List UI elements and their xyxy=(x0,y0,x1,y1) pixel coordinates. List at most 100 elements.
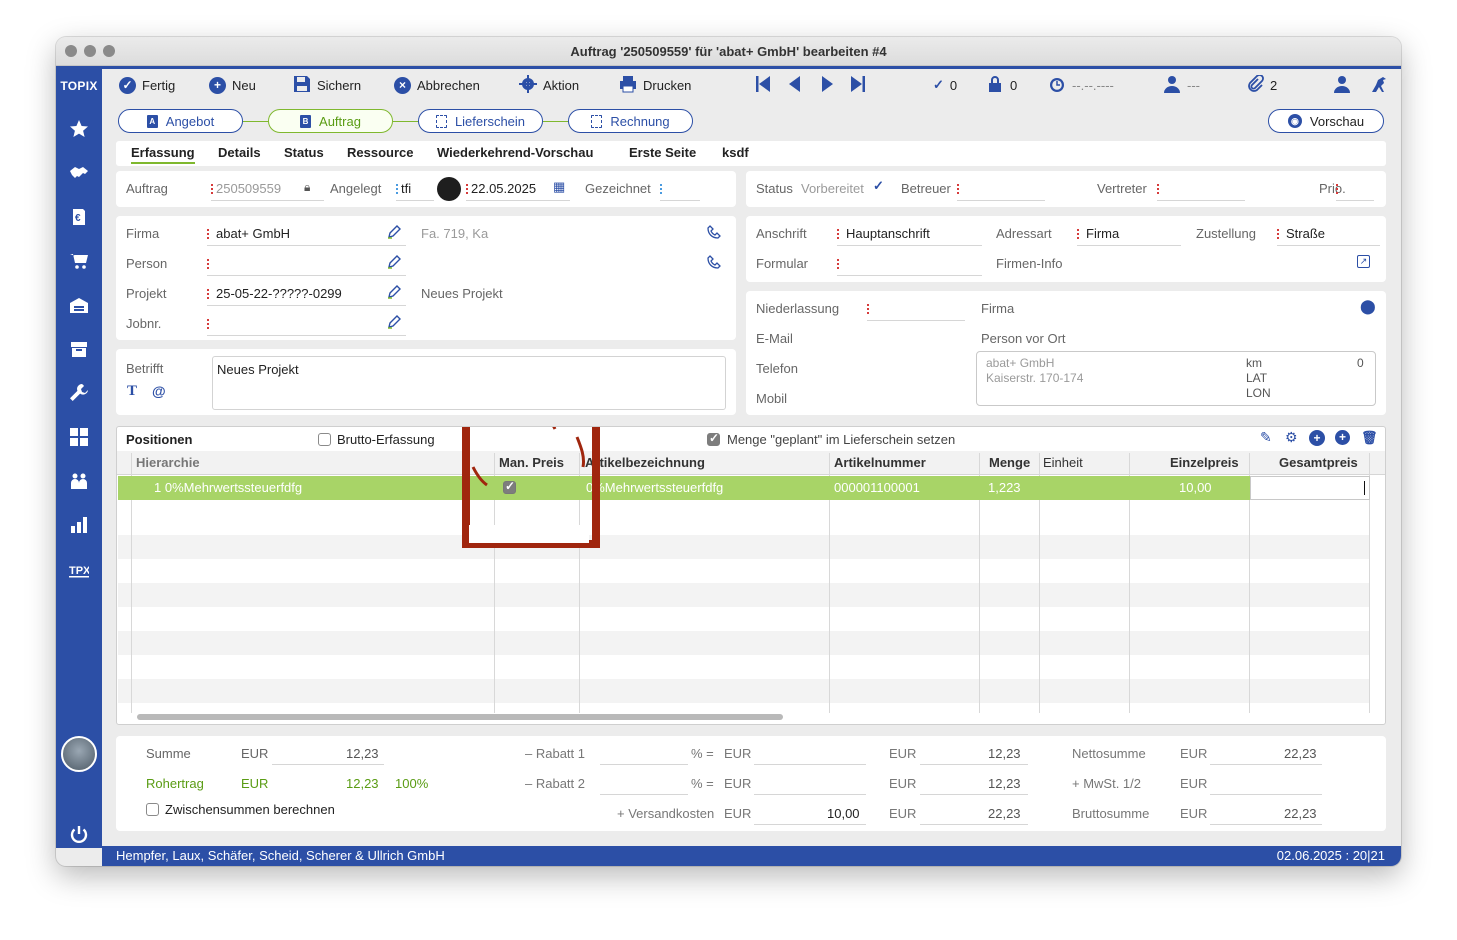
col-einzelpreis[interactable]: Einzelpreis xyxy=(1170,455,1239,475)
user-avatar[interactable] xyxy=(61,736,97,772)
tpx-icon[interactable]: TPX xyxy=(64,555,94,583)
edit-pencil-icon[interactable] xyxy=(387,285,401,302)
contact-panel: Niederlassung Firma ⬤ E-Mail Person vor … xyxy=(746,291,1386,415)
archive-box-icon[interactable] xyxy=(64,335,94,363)
auftrag-number-field[interactable]: 250509559 xyxy=(216,181,281,196)
people-group-icon[interactable] xyxy=(64,467,94,495)
sichern-button[interactable]: Sichern xyxy=(293,75,361,95)
projekt-field[interactable]: 25-05-22-?????-0299 xyxy=(216,286,342,301)
tab-ksdf[interactable]: ksdf xyxy=(722,145,749,160)
dashed-document-icon xyxy=(591,114,603,128)
location-pin-icon[interactable]: ⬤ xyxy=(1360,298,1376,315)
tab-ressource[interactable]: Ressource xyxy=(347,145,413,160)
tab-erfassung[interactable]: Erfassung xyxy=(131,145,195,164)
last-record-button[interactable] xyxy=(849,75,867,95)
required-marker xyxy=(211,184,213,194)
add-row-icon[interactable]: + xyxy=(1335,430,1350,445)
invoice-euro-icon[interactable]: € xyxy=(64,203,94,231)
firma-hint: Fa. 719, Ka xyxy=(421,226,489,241)
col3-value-1: 12,23 xyxy=(988,746,1021,761)
at-sign-icon[interactable]: @ xyxy=(152,383,166,399)
locks-indicator[interactable]: 0 xyxy=(986,75,1017,95)
abbrechen-button[interactable]: × Abbrechen xyxy=(394,75,480,95)
gear-icon xyxy=(519,74,537,96)
bar-chart-icon[interactable] xyxy=(64,511,94,539)
tab-erste-seite[interactable]: Erste Seite xyxy=(629,145,696,160)
firma-field[interactable]: abat+ GmbH xyxy=(216,226,290,241)
menge-geplant-checkbox[interactable] xyxy=(707,431,720,446)
lat-label: LAT xyxy=(1246,371,1268,385)
zwischensummen-checkbox[interactable] xyxy=(146,803,159,816)
user-photo-avatar xyxy=(437,177,461,201)
mwst-currency: EUR xyxy=(1180,776,1208,791)
gear-icon[interactable]: ⚙ xyxy=(1285,429,1298,446)
calculator-grid-icon[interactable] xyxy=(64,423,94,451)
status-check-icon: ✓ xyxy=(873,178,884,193)
gesamtpreis-edit-field[interactable] xyxy=(1250,476,1370,500)
edit-pencil-icon[interactable] xyxy=(387,225,401,242)
col-hierarchie[interactable]: Hierarchie xyxy=(136,455,200,475)
phone-icon[interactable] xyxy=(707,255,721,272)
anschrift-select[interactable]: Hauptanschrift xyxy=(846,226,930,241)
neu-button[interactable]: + Neu xyxy=(209,75,256,95)
previous-record-button[interactable] xyxy=(786,75,804,95)
step-rechnung[interactable]: Rechnung xyxy=(568,109,693,133)
versand-currency: EUR xyxy=(724,806,752,821)
edit-pencil-icon[interactable] xyxy=(387,255,401,272)
person-label: Person xyxy=(126,256,168,271)
zustellung-select[interactable]: Straße xyxy=(1286,226,1325,241)
adressart-select[interactable]: Firma xyxy=(1086,226,1119,241)
col-einheit[interactable]: Einheit xyxy=(1043,455,1083,475)
first-record-button[interactable] xyxy=(754,75,772,95)
checks-indicator[interactable]: ✓ 0 xyxy=(933,75,957,95)
versandkosten-field[interactable]: 10,00 xyxy=(827,806,860,821)
col-artikelnummer[interactable]: Artikelnummer xyxy=(834,455,926,475)
tab-status[interactable]: Status xyxy=(284,145,324,160)
warehouse-icon[interactable] xyxy=(64,291,94,319)
betrifft-textarea[interactable]: Neues Projekt xyxy=(212,356,726,410)
col-gesamtpreis[interactable]: Gesamtpreis xyxy=(1279,455,1358,475)
user-profile-button[interactable] xyxy=(1333,75,1351,95)
required-marker xyxy=(207,229,209,239)
trash-icon[interactable]: 🗑︎ xyxy=(1361,430,1378,446)
next-record-button[interactable] xyxy=(818,75,836,95)
open-external-icon[interactable]: ↗ xyxy=(1357,255,1370,268)
tab-details[interactable]: Details xyxy=(218,145,261,160)
person-field xyxy=(207,275,406,276)
step-lieferschein[interactable]: Lieferschein xyxy=(418,109,543,133)
vorschau-button[interactable]: ◉ Vorschau xyxy=(1268,109,1384,133)
wrench-icon[interactable] xyxy=(64,379,94,407)
col3-currency: EUR xyxy=(889,746,917,761)
bruttosumme-value: 22,23 xyxy=(1284,806,1317,821)
alarm-indicator[interactable]: --.--.---- xyxy=(1048,75,1114,95)
tab-wiederkehrend-vorschau[interactable]: Wiederkehrend-Vorschau xyxy=(437,145,593,160)
angelegt-date-field[interactable]: 22.05.2025 xyxy=(471,181,536,196)
brutto-erfassung-checkbox[interactable] xyxy=(318,433,331,446)
table-row[interactable]: 1 0%Mehrwertssteuerfdfg 0%Mehrwertssteue… xyxy=(118,476,1370,500)
col-menge[interactable]: Menge xyxy=(989,455,1030,475)
step-auftrag[interactable]: B Auftrag xyxy=(268,109,393,133)
dashed-document-icon xyxy=(435,114,447,128)
shopping-cart-icon[interactable] xyxy=(64,247,94,275)
text-format-icon[interactable]: T xyxy=(127,383,137,400)
phone-icon[interactable] xyxy=(707,225,721,242)
kangaroo-button[interactable] xyxy=(1370,75,1388,95)
horizontal-scrollbar[interactable] xyxy=(137,714,783,720)
niederlassung-label: Niederlassung xyxy=(756,301,840,316)
drucken-button[interactable]: Drucken xyxy=(619,75,691,95)
calendar-icon[interactable]: ▦ xyxy=(553,179,565,195)
favorites-star-icon[interactable] xyxy=(64,115,94,143)
edit-pencil-icon[interactable]: ✎ xyxy=(1260,429,1272,446)
edit-pencil-icon[interactable] xyxy=(387,315,401,332)
status-value[interactable]: Vorbereitet xyxy=(801,181,864,196)
window-title: Auftrag '250509559' für 'abat+ GmbH' bea… xyxy=(570,44,887,59)
responsible-person-indicator[interactable]: --- xyxy=(1163,75,1200,95)
insert-row-icon[interactable]: + xyxy=(1309,430,1325,446)
handshake-icon[interactable] xyxy=(64,159,94,187)
aktion-button[interactable]: Aktion xyxy=(519,74,579,96)
power-icon[interactable] xyxy=(64,821,94,849)
attachments-indicator[interactable]: 2 xyxy=(1246,73,1277,95)
fertig-button[interactable]: ✓ Fertig xyxy=(119,75,175,95)
angelegt-user-field[interactable]: tfi xyxy=(401,181,411,196)
step-angebot[interactable]: A Angebot xyxy=(118,109,243,133)
